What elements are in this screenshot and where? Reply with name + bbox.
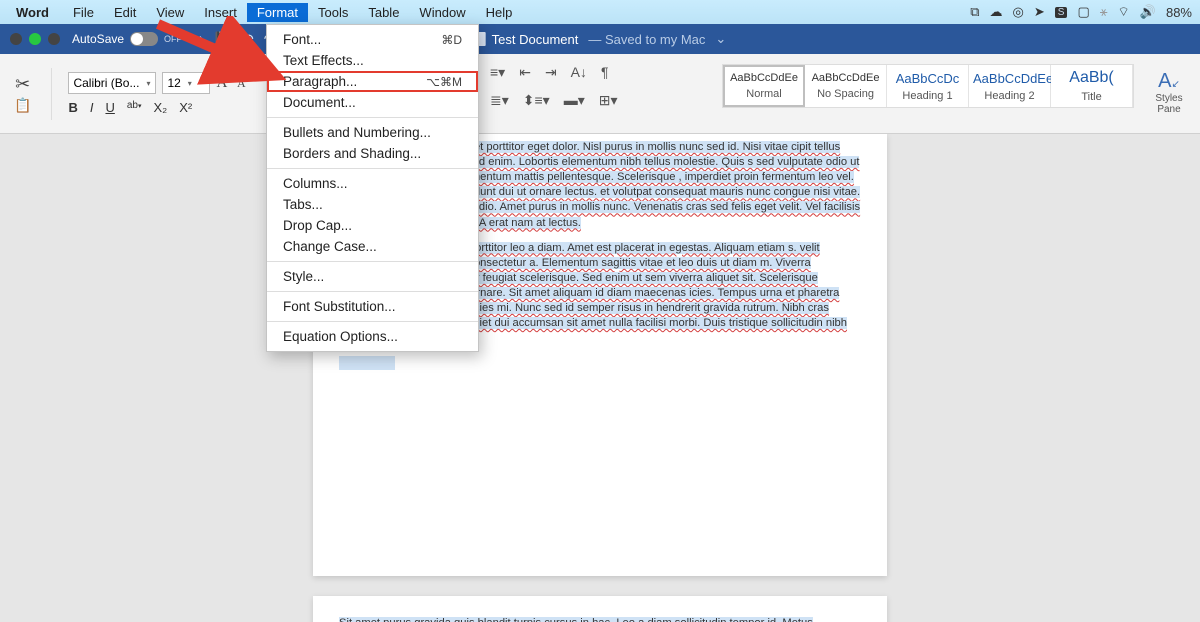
menu-separator <box>267 321 478 322</box>
format-menu-item-font-substitution[interactable]: Font Substitution... <box>267 296 478 317</box>
page-2[interactable]: Sit amet purus gravida quis blandit turp… <box>313 596 887 622</box>
s-icon[interactable]: S <box>1055 7 1068 18</box>
scissors-icon[interactable]: ✂ <box>15 74 30 95</box>
wifi-icon[interactable]: ⌔ <box>1118 4 1130 20</box>
bold-button[interactable]: B <box>68 100 77 115</box>
app-icon[interactable]: ➤ <box>1034 4 1045 20</box>
selection-end <box>339 356 861 375</box>
clipboard-section: ✂ 📋 <box>10 70 35 118</box>
menu-separator <box>267 291 478 292</box>
styles-gallery: AaBbCcDdEe Normal AaBbCcDdEe No Spacing … <box>722 64 1134 108</box>
close-button[interactable] <box>10 33 22 45</box>
document-title: Test Document <box>492 32 579 47</box>
paragraph[interactable]: Sit amet purus gravida quis blandit turp… <box>339 616 861 622</box>
menu-separator <box>267 261 478 262</box>
display-icon[interactable]: ▢ <box>1077 4 1089 20</box>
format-menu-item-bullets-and-numbering[interactable]: Bullets and Numbering... <box>267 122 478 143</box>
show-marks-button[interactable]: ¶ <box>601 64 609 81</box>
app-name[interactable]: Word <box>8 4 57 21</box>
underline-button[interactable]: U <box>105 100 114 115</box>
autosave-state: OFF <box>164 34 182 44</box>
styles-pane-button[interactable]: A↙ Styles Pane <box>1146 64 1192 121</box>
separator <box>51 68 52 120</box>
style-normal[interactable]: AaBbCcDdEe Normal <box>723 65 805 107</box>
menu-table[interactable]: Table <box>358 3 409 22</box>
volume-icon[interactable]: 🔊 <box>1140 4 1156 20</box>
justify-button[interactable]: ≣▾ <box>490 92 509 109</box>
shrink-font-button[interactable]: A <box>237 76 246 91</box>
grow-font-button[interactable]: A^ <box>216 74 231 92</box>
format-menu-item-tabs[interactable]: Tabs... <box>267 194 478 215</box>
format-menu-item-borders-and-shading[interactable]: Borders and Shading... <box>267 143 478 164</box>
zoom-button[interactable] <box>48 33 60 45</box>
dropbox-icon[interactable]: ⧉ <box>970 4 979 20</box>
autosave-switch[interactable] <box>130 32 158 46</box>
style-title[interactable]: AaBb( Title <box>1051 65 1133 107</box>
cloud-icon[interactable]: ☁ <box>990 4 1003 20</box>
battery-percent[interactable]: 88% <box>1166 5 1192 20</box>
format-menu-item-drop-cap[interactable]: Drop Cap... <box>267 215 478 236</box>
autosave-toggle[interactable]: AutoSave OFF <box>72 32 182 46</box>
font-group: Calibri (Bo... 12 A^ A B I U ab▾ X₂ X² <box>68 72 245 115</box>
style-heading-1[interactable]: AaBbCcDc Heading 1 <box>887 65 969 107</box>
autosave-label: AutoSave <box>72 32 124 46</box>
save-icon[interactable]: 💾 <box>215 31 232 48</box>
menu-separator <box>267 117 478 118</box>
style-heading-2[interactable]: AaBbCcDdEe Heading 2 <box>969 65 1051 107</box>
align-button[interactable]: ≡▾ <box>490 64 505 81</box>
line-spacing-button[interactable]: ⬍≡▾ <box>523 92 550 109</box>
superscript-button[interactable]: X² <box>179 100 192 115</box>
menu-insert[interactable]: Insert <box>194 3 247 22</box>
paragraph-group-2: ≣▾ ⬍≡▾ ▬▾ ⊞▾ <box>490 92 618 109</box>
format-menu-item-text-effects[interactable]: Text Effects... <box>267 50 478 71</box>
format-menu-item-change-case[interactable]: Change Case... <box>267 236 478 257</box>
format-menu-item-columns[interactable]: Columns... <box>267 173 478 194</box>
menu-file[interactable]: File <box>63 3 104 22</box>
shading-button[interactable]: ▬▾ <box>564 92 585 109</box>
paragraph-group: ≡▾ ⇤ ⇥ A↓ ¶ <box>490 64 609 81</box>
clipboard-icon[interactable]: 📋 <box>14 97 31 114</box>
word-title-bar: AutoSave OFF ⌂ 💾 ↶ ↷ Test Document — Sav… <box>0 24 1200 54</box>
menu-format[interactable]: Format <box>247 3 308 22</box>
subscript-button[interactable]: X₂ <box>153 100 167 115</box>
menu-help[interactable]: Help <box>476 3 523 22</box>
chevron-down-icon[interactable]: ⌄ <box>715 31 726 47</box>
style-no-spacing[interactable]: AaBbCcDdEe No Spacing <box>805 65 887 107</box>
mac-status-area: ⧉ ☁ ◎ ➤ S ▢ ⚹ ⌔ 🔊 88% <box>970 4 1192 20</box>
document-canvas[interactable]: cibus a pellentesque sit amet porttitor … <box>0 134 1200 622</box>
mac-menu-bar: Word File Edit View Insert Format Tools … <box>0 0 1200 24</box>
menu-tools[interactable]: Tools <box>308 3 358 22</box>
format-menu-item-font[interactable]: Font...⌘D <box>267 29 478 50</box>
format-menu-item-equation-options[interactable]: Equation Options... <box>267 326 478 347</box>
cc-icon[interactable]: ◎ <box>1013 4 1024 20</box>
menu-window[interactable]: Window <box>409 3 475 22</box>
bluetooth-icon[interactable]: ⚹ <box>1100 4 1108 20</box>
undo-icon[interactable]: ↶ <box>242 31 254 48</box>
window-controls <box>10 33 60 45</box>
format-dropdown-menu: Font...⌘DText Effects...Paragraph...⌥⌘MD… <box>266 24 479 352</box>
sort-button[interactable]: A↓ <box>571 64 587 81</box>
font-selector[interactable]: Calibri (Bo... <box>68 72 156 94</box>
format-menu-item-style[interactable]: Style... <box>267 266 478 287</box>
menu-edit[interactable]: Edit <box>104 3 146 22</box>
minimize-button[interactable] <box>29 33 41 45</box>
format-menu-item-document[interactable]: Document... <box>267 92 478 113</box>
strike-button[interactable]: ab▾ <box>127 100 142 115</box>
menu-view[interactable]: View <box>146 3 194 22</box>
home-icon[interactable]: ⌂ <box>196 31 204 47</box>
format-menu-item-paragraph[interactable]: Paragraph...⌥⌘M <box>267 71 478 92</box>
borders-button[interactable]: ⊞▾ <box>599 92 618 109</box>
italic-button[interactable]: I <box>90 100 94 115</box>
menu-separator <box>267 168 478 169</box>
saved-status: — Saved to my Mac <box>588 32 705 47</box>
font-size-selector[interactable]: 12 <box>162 72 210 94</box>
ribbon: ✂ 📋 Calibri (Bo... 12 A^ A B I U ab▾ X₂ … <box>0 54 1200 134</box>
indent-left-button[interactable]: ⇤ <box>519 64 531 81</box>
quick-access-toolbar: ⌂ 💾 ↶ ↷ <box>196 31 275 48</box>
indent-right-button[interactable]: ⇥ <box>545 64 557 81</box>
document-title-area[interactable]: Test Document — Saved to my Mac ⌄ <box>474 31 727 47</box>
